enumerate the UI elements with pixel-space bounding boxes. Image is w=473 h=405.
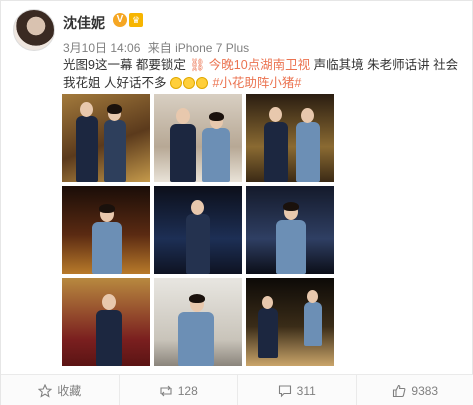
grid-image-3[interactable] <box>246 94 334 182</box>
repost-count: 128 <box>177 383 198 398</box>
emoji-icon <box>182 77 195 89</box>
emoji-icon <box>169 77 182 89</box>
grid-image-6[interactable] <box>246 186 334 274</box>
grid-image-9[interactable] <box>246 278 334 366</box>
star-icon <box>37 383 53 398</box>
repost-icon <box>159 384 173 398</box>
post-link[interactable]: ⛓ 今晚10点湖南卫视 <box>189 58 313 72</box>
user-badges: V ♛ <box>113 13 143 27</box>
user-avatar[interactable] <box>13 9 55 51</box>
like-count: 9383 <box>411 383 439 398</box>
favorite-button[interactable]: 收藏 <box>1 375 120 405</box>
favorite-label: 收藏 <box>57 384 82 398</box>
post-timestamp[interactable]: 3月10日 14:06 <box>63 41 140 55</box>
emoji-icon <box>195 77 208 89</box>
like-button[interactable]: 9383 <box>357 375 473 405</box>
post-meta: 3月10日 14:06 来自 iPhone 7 Plus <box>63 39 253 56</box>
comment-button[interactable]: 311 <box>238 375 357 405</box>
verified-badge-icon[interactable]: V <box>113 13 127 27</box>
comment-count: 311 <box>296 383 316 398</box>
link-icon: ⛓ <box>189 58 209 72</box>
comment-icon <box>278 384 292 398</box>
vip-crown-icon[interactable]: ♛ <box>129 13 143 27</box>
repost-button[interactable]: 128 <box>120 375 238 405</box>
grid-image-1[interactable] <box>62 94 150 182</box>
grid-image-8[interactable] <box>154 278 242 366</box>
post-text: 光图9这一幕 都要锁定 ⛓ 今晚10点湖南卫视 声临其境 朱老师话讲 社会我花姐… <box>63 56 463 92</box>
thumbs-up-icon <box>392 384 406 398</box>
hashtag-link[interactable]: #小花助阵小猪# <box>212 76 301 90</box>
post-text-part1: 光图9这一幕 都要锁定 <box>63 58 186 72</box>
post-source: 来自 iPhone 7 Plus <box>147 41 250 55</box>
post-action-bar: 收藏 128 311 9383 <box>1 374 473 405</box>
grid-image-4[interactable] <box>62 186 150 274</box>
image-grid <box>62 94 337 372</box>
weibo-post-card: 沈佳妮 V ♛ 3月10日 14:06 来自 iPhone 7 Plus 光图9… <box>0 0 473 405</box>
grid-image-2[interactable] <box>154 94 242 182</box>
grid-image-7[interactable] <box>62 278 150 366</box>
user-name[interactable]: 沈佳妮 <box>63 13 105 33</box>
grid-image-5[interactable] <box>154 186 242 274</box>
emoji-group <box>169 76 212 90</box>
